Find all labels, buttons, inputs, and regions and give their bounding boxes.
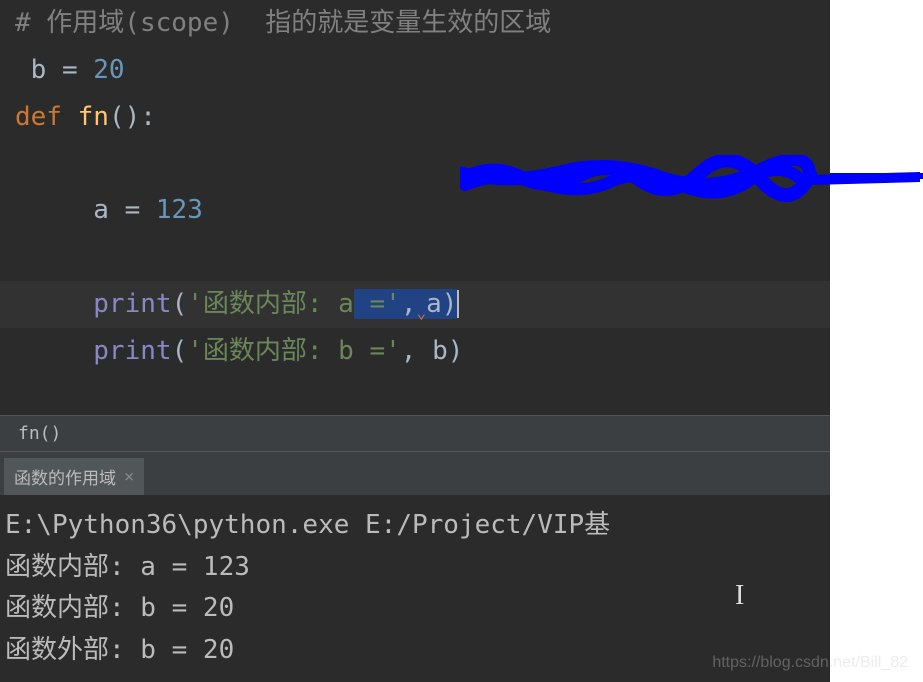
code-line-3[interactable]: def fn(): xyxy=(0,94,830,141)
tab-bar: 函数的作用域 × xyxy=(0,452,830,495)
code-line-7-current[interactable]: print('函数内部: a =',⌄a)I xyxy=(0,281,830,328)
console-output-line: 函数外部: b = 20 xyxy=(5,630,825,672)
console-output-line: 函数内部: b = 20 xyxy=(5,588,825,630)
string-literal: '函数内部: a xyxy=(187,289,354,319)
code-line-1[interactable]: # 作用域(scope) 指的就是变量生效的区域 xyxy=(0,0,830,47)
code-line-4[interactable] xyxy=(0,140,830,187)
console-command-line: E:\Python36\python.exe E:/Project/VIP基 xyxy=(5,505,825,547)
text-cursor xyxy=(457,290,459,318)
number-20: 20 xyxy=(93,55,124,85)
function-name-fn: fn xyxy=(78,102,109,132)
tab-label: 函数的作用域 xyxy=(14,464,116,489)
comment-text: 作用域(scope) 指的就是变量生效的区域 xyxy=(31,8,552,38)
watermark-text: https://blog.csdn.net/Bill_82 xyxy=(712,654,908,672)
variable-b-ref: b xyxy=(432,336,448,366)
code-line-5[interactable]: a = 123 xyxy=(0,187,830,234)
code-editor[interactable]: # 作用域(scope) 指的就是变量生效的区域 b = 20 def fn()… xyxy=(0,0,830,415)
right-margin xyxy=(830,0,923,682)
selected-text: =',⌄a) xyxy=(354,289,458,319)
breadcrumb-bar[interactable]: fn() xyxy=(0,415,830,452)
print-builtin: print xyxy=(93,336,171,366)
close-icon[interactable]: × xyxy=(124,467,134,487)
console-output[interactable]: E:\Python36\python.exe E:/Project/VIP基 函… xyxy=(0,495,830,681)
tab-scope[interactable]: 函数的作用域 × xyxy=(4,458,144,495)
code-line-6[interactable] xyxy=(0,234,830,281)
mouse-cursor-ibeam: I xyxy=(735,571,744,621)
blue-annotation-line xyxy=(830,173,923,179)
variable-b: b xyxy=(31,55,47,85)
number-123: 123 xyxy=(156,195,203,225)
code-line-8[interactable]: print('函数内部: b =', b) xyxy=(0,328,830,375)
breadcrumb-fn[interactable]: fn() xyxy=(18,423,61,444)
print-builtin: print xyxy=(93,289,171,319)
variable-a: a xyxy=(93,195,109,225)
console-output-line: 函数内部: a = 123 xyxy=(5,547,825,589)
comment-hash: # xyxy=(15,8,31,38)
string-literal: '函数内部: b =' xyxy=(187,336,401,366)
def-keyword: def xyxy=(15,102,62,132)
code-line-2[interactable]: b = 20 xyxy=(0,47,830,94)
